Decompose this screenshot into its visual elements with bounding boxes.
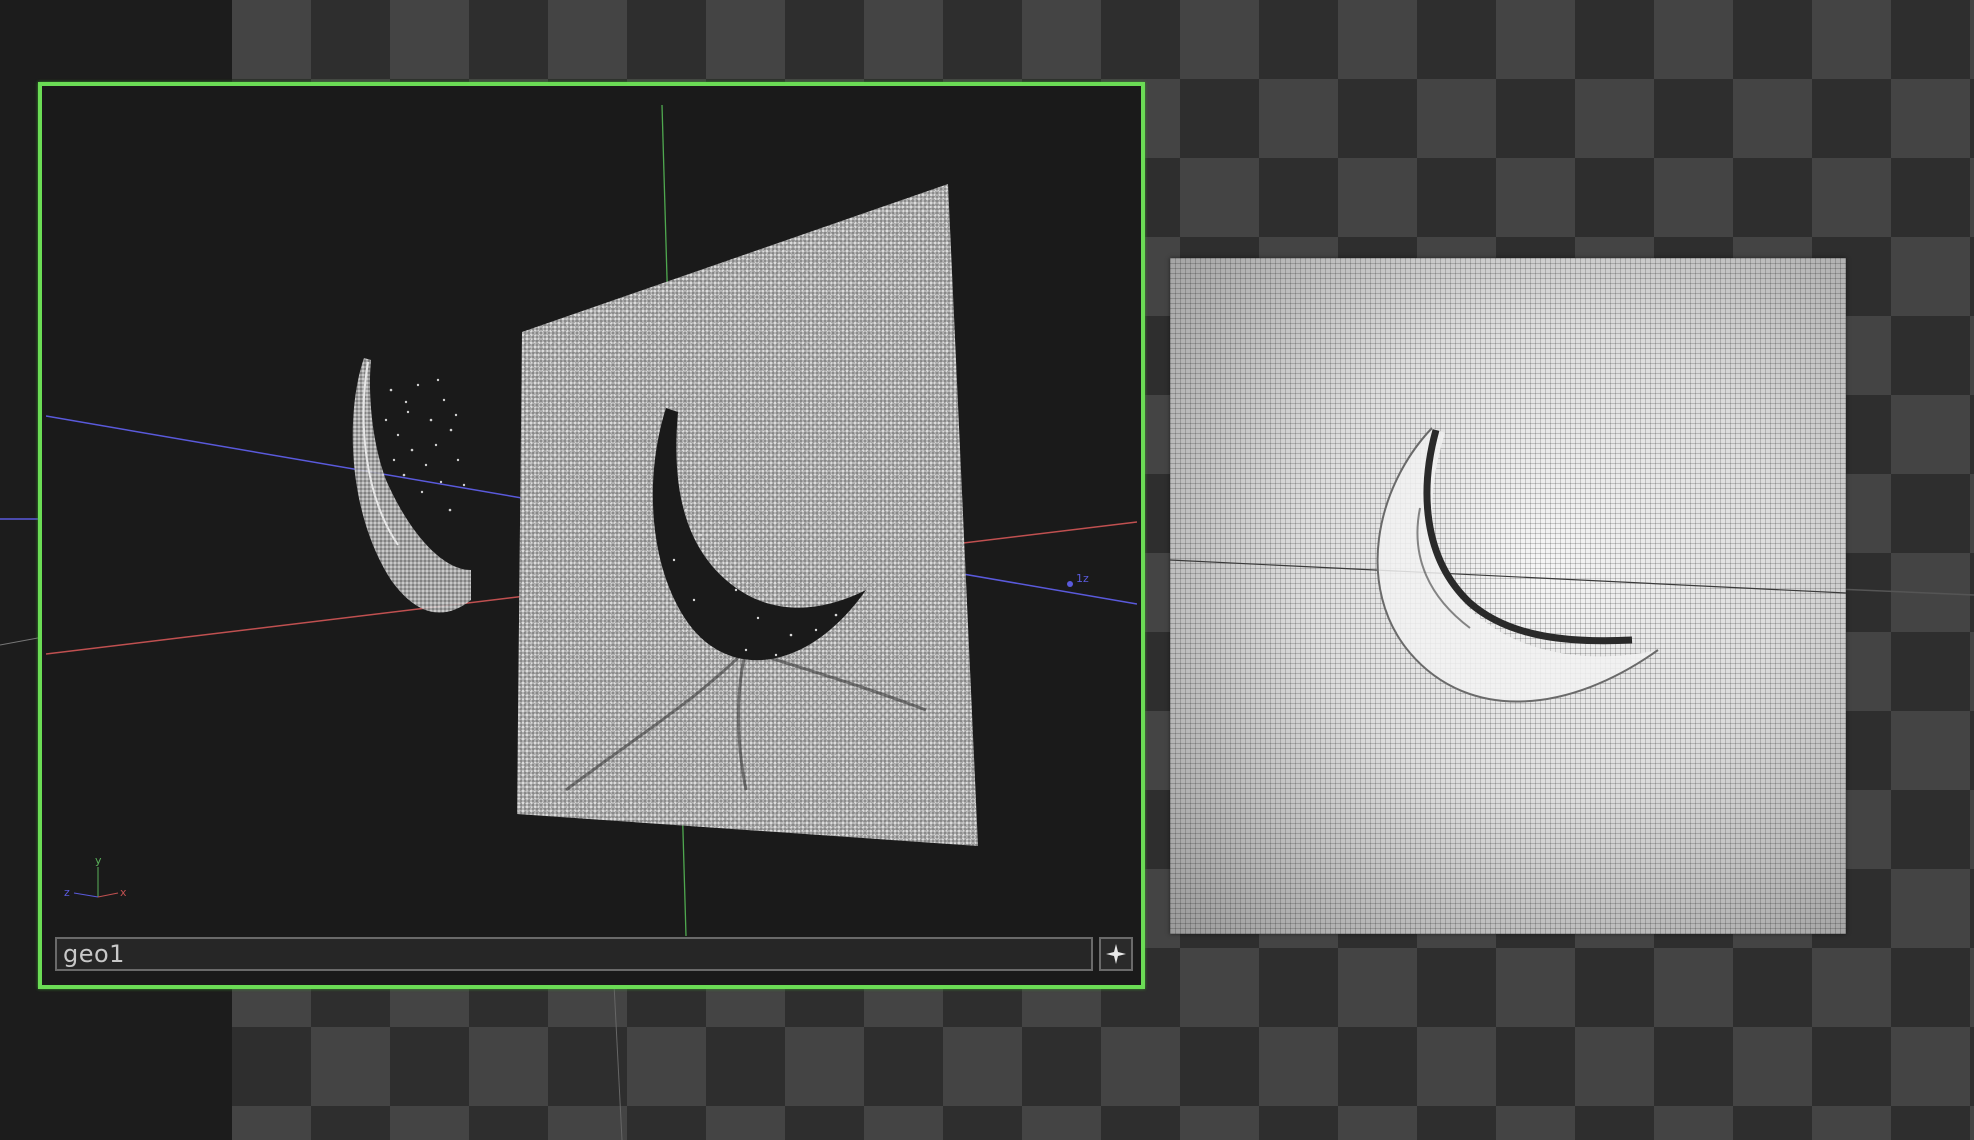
node-name-field[interactable]: geo1 bbox=[55, 937, 1093, 971]
render-preview-panel bbox=[1170, 258, 1846, 934]
axes-gizmo: y x z bbox=[64, 854, 127, 899]
expand-viewer-button[interactable] bbox=[1099, 937, 1133, 971]
axis-tag-label: 1z bbox=[1076, 572, 1089, 585]
point-grid-plane bbox=[517, 184, 978, 846]
node-name-label: geo1 bbox=[63, 940, 125, 968]
3d-viewport[interactable]: 1z y x z bbox=[46, 90, 1137, 936]
banana-point-cloud bbox=[352, 358, 471, 613]
geometry-viewer[interactable]: 1z y x z geo1 bbox=[38, 82, 1145, 989]
preview-banana bbox=[1170, 427, 1846, 703]
gizmo-x-label: x bbox=[120, 886, 127, 899]
sparkle-icon bbox=[1106, 944, 1126, 964]
axis-origin-marker bbox=[1067, 581, 1073, 587]
gizmo-y-label: y bbox=[95, 854, 102, 867]
gizmo-z-label: z bbox=[64, 886, 70, 899]
